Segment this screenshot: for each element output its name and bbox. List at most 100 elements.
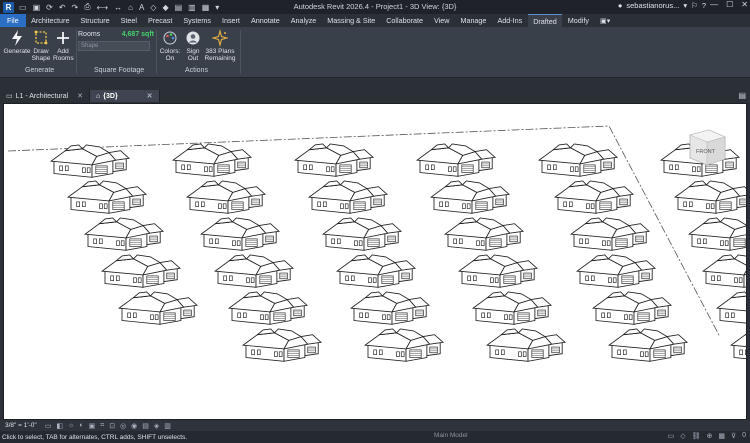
tab-architecture[interactable]: Architecture	[26, 14, 75, 27]
house[interactable]	[485, 328, 567, 362]
house[interactable]	[415, 143, 497, 177]
house[interactable]	[553, 180, 635, 214]
tab-manage[interactable]: Manage	[455, 14, 492, 27]
text-icon[interactable]: A	[139, 3, 144, 12]
tab-insert[interactable]: Insert	[216, 14, 245, 27]
house[interactable]	[715, 291, 750, 324]
house[interactable]	[429, 180, 511, 214]
lock-icon[interactable]: ⊡	[109, 422, 115, 430]
measure-icon[interactable]: ⟷	[97, 3, 108, 12]
undo-icon[interactable]: ↶	[59, 3, 66, 12]
plans-remaining-button[interactable]: 383 Plans Remaining	[203, 29, 237, 62]
thin-lines-icon[interactable]: ▤	[175, 3, 183, 12]
view-tab-l1-architectural[interactable]: ▭ L1 - Architectural ✕	[0, 90, 91, 102]
view-tabs-menu-icon[interactable]: ▤	[738, 91, 746, 100]
constraints-icon[interactable]: ▥	[164, 422, 171, 430]
house[interactable]	[471, 291, 553, 325]
house[interactable]	[443, 217, 525, 251]
tab-view[interactable]: View	[429, 14, 455, 27]
highlight-icon[interactable]: ◈	[154, 422, 159, 430]
worksets-icon[interactable]: ▭	[668, 432, 675, 440]
save-icon[interactable]: ▣	[33, 3, 41, 12]
active-model[interactable]: Main Model	[434, 432, 468, 439]
house[interactable]	[701, 254, 750, 288]
redo-icon[interactable]: ↷	[72, 3, 79, 12]
select-links-icon[interactable]: ⛓	[692, 432, 701, 440]
house[interactable]	[575, 254, 657, 288]
draw-shape-button[interactable]: Draw Shape	[31, 29, 51, 62]
house[interactable]	[537, 143, 619, 177]
tab-massing-site[interactable]: Massing & Site	[322, 14, 381, 27]
tab-analyze[interactable]: Analyze	[285, 14, 322, 27]
house[interactable]	[213, 254, 295, 288]
house[interactable]	[363, 328, 445, 362]
print-icon[interactable]: ⎙	[84, 2, 90, 12]
house[interactable]	[171, 143, 253, 177]
detail-level-icon[interactable]: ▭	[45, 422, 52, 430]
temporary-hide-icon[interactable]: ◎	[120, 422, 126, 430]
house[interactable]	[687, 217, 750, 251]
house[interactable]	[227, 291, 309, 325]
minimize-icon[interactable]: —	[710, 0, 718, 9]
house[interactable]	[66, 180, 148, 214]
tab-structure[interactable]: Structure	[75, 14, 115, 27]
select-underlay-icon[interactable]: ▦	[718, 432, 725, 440]
3d-view-icon[interactable]: ◇	[150, 3, 156, 12]
house[interactable]	[185, 180, 267, 214]
tab-precast[interactable]: Precast	[143, 14, 178, 27]
generate-button[interactable]: Generate	[3, 29, 31, 55]
ribbon-options-button[interactable]: ▣▾	[594, 14, 615, 27]
house[interactable]	[335, 254, 417, 288]
3d-scene[interactable]: FRONT	[4, 104, 750, 419]
house[interactable]	[729, 329, 750, 361]
crop-icon[interactable]: ⌗	[100, 422, 104, 430]
analytical-icon[interactable]: ▤	[142, 422, 149, 430]
tab-modify[interactable]: Modify	[562, 14, 594, 27]
shape-field[interactable]: Shape	[78, 41, 150, 51]
section-icon[interactable]: ◆	[162, 3, 168, 12]
house[interactable]	[83, 217, 165, 251]
tab-add-ins[interactable]: Add-Ins	[492, 14, 528, 27]
revit-logo[interactable]: R	[3, 1, 14, 13]
add-rooms-button[interactable]: Add Rooms	[52, 29, 74, 62]
3d-viewport[interactable]: FRONT	[3, 103, 750, 420]
maximize-icon[interactable]: ☐	[726, 0, 733, 9]
tab-collaborate[interactable]: Collaborate	[381, 14, 429, 27]
house[interactable]	[117, 291, 199, 325]
house[interactable]	[569, 217, 651, 251]
close-hidden-icon[interactable]: ▥	[188, 3, 196, 12]
tab-steel[interactable]: Steel	[115, 14, 142, 27]
house[interactable]	[307, 180, 389, 214]
sync-icon[interactable]: ⟳	[46, 3, 53, 12]
customize-qat-icon[interactable]: ▾	[215, 3, 219, 12]
design-options-icon[interactable]: ◇	[680, 432, 685, 440]
house[interactable]	[321, 217, 403, 251]
tab-annotate[interactable]: Annotate	[245, 14, 285, 27]
filter-icon[interactable]: ⊽	[731, 432, 736, 440]
house[interactable]	[199, 217, 281, 251]
close-icon[interactable]: ✕	[77, 92, 83, 100]
viewcube[interactable]: FRONT	[689, 129, 726, 166]
house[interactable]	[49, 144, 131, 178]
view-scale[interactable]: 3/8" = 1'-0"	[5, 422, 37, 429]
select-pinned-icon[interactable]: ⊕	[706, 432, 712, 440]
user-account[interactable]: ● sebastianorus... ▾ ⚐ ?	[618, 1, 706, 10]
visual-style-icon[interactable]: ◧	[56, 422, 63, 430]
house[interactable]	[100, 254, 182, 288]
render-icon[interactable]: ▣	[89, 422, 96, 430]
house[interactable]	[457, 254, 539, 288]
colors-toggle[interactable]: Colors: On	[158, 29, 182, 62]
help-icon[interactable]: ?	[702, 1, 706, 10]
house[interactable]	[349, 291, 431, 325]
house[interactable]	[293, 143, 375, 177]
tab-systems[interactable]: Systems	[178, 14, 217, 27]
sign-out-button[interactable]: Sign Out	[183, 29, 203, 62]
house[interactable]	[607, 328, 689, 362]
close-icon[interactable]: ✕	[741, 0, 748, 9]
view-tab-3d[interactable]: ⌂ {3D} ✕	[90, 90, 160, 102]
sun-path-icon[interactable]: ☼	[68, 422, 74, 430]
tag-icon[interactable]: ⌂	[128, 3, 133, 12]
reveal-hidden-icon[interactable]: ◉	[131, 422, 137, 430]
dimension-icon[interactable]: ↔	[114, 3, 122, 12]
shadows-icon[interactable]: ◐	[79, 422, 83, 430]
